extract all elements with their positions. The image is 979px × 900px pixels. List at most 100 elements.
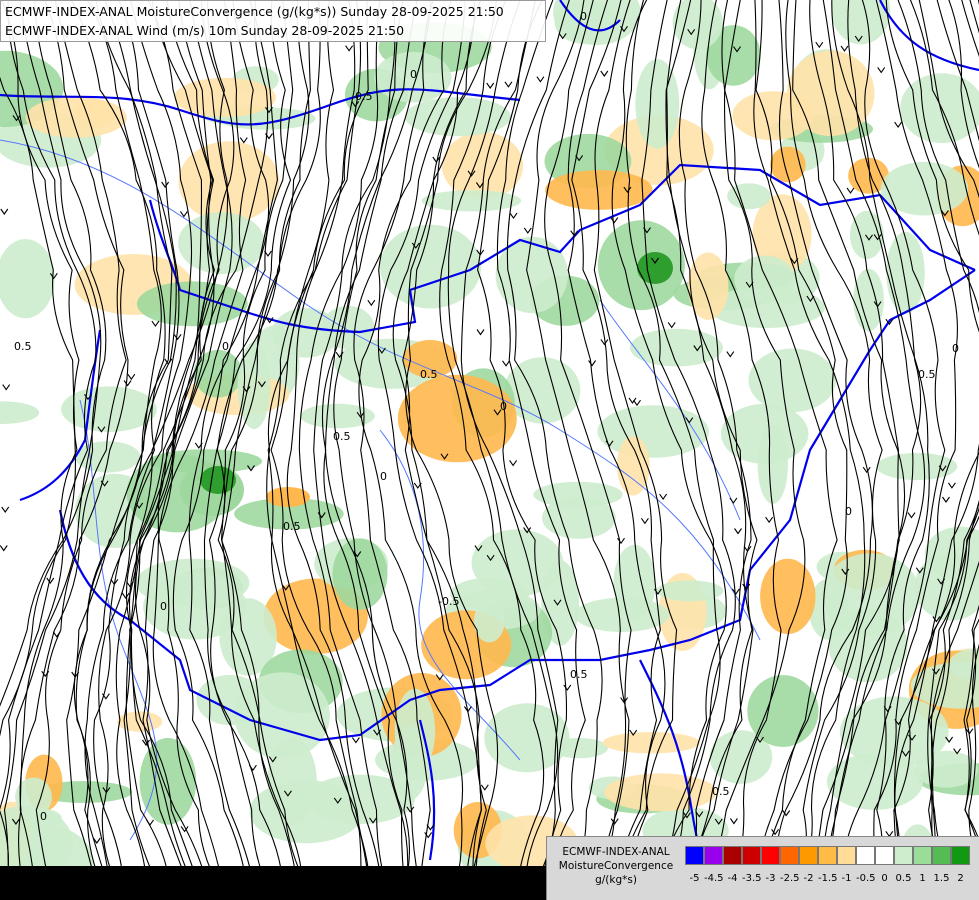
legend-tick-label: 0 [881, 873, 888, 884]
wind-arrowhead [151, 320, 160, 328]
convergence-patch [450, 577, 530, 611]
wind-arrowhead [121, 592, 130, 599]
wind-arrowhead [726, 351, 735, 358]
color-legend: ECMWF-INDEX-ANAL MoistureConvergence g/(… [546, 836, 979, 900]
contour-label: 0 [580, 10, 587, 23]
wind-arrowhead [504, 81, 513, 88]
wind-arrowhead [563, 684, 572, 691]
legend-swatch [704, 846, 723, 865]
legend-tick-label: -0.5 [856, 873, 876, 884]
wind-arrowhead [734, 528, 742, 535]
wind-arrowhead [367, 299, 376, 307]
wind-arrowhead [345, 45, 354, 52]
wind-arrowhead [765, 516, 774, 524]
wind-arrowhead [840, 45, 849, 52]
legend-title: ECMWF-INDEX-ANAL MoistureConvergence g/(… [551, 845, 681, 887]
wind-arrowhead [0, 545, 8, 552]
weather-map: 0 0.5 0 0.5 0 0.5 0 0.5 0 0.5 0 -0.5 0.5 0 0.5 0 0.5 0 [0, 0, 979, 900]
convergence-patch [237, 341, 271, 430]
wind-arrowhead [480, 784, 489, 791]
bottom-bar [0, 866, 546, 900]
convergence-patch [786, 50, 875, 137]
contour-label: 0.5 [283, 520, 301, 533]
wind-arrowhead [633, 399, 641, 407]
legend-tick-label: -2.5 [780, 873, 800, 884]
convergence-patch [542, 496, 616, 539]
wind-arrowhead [463, 706, 472, 713]
contour-label: 0.5 [570, 668, 588, 681]
convergence-patch [727, 183, 771, 210]
wind-arrowhead [476, 329, 485, 336]
wind-arrowhead [173, 333, 182, 341]
wind-arrowhead [123, 380, 132, 387]
convergence-patch [136, 281, 248, 327]
legend-swatch [780, 846, 799, 865]
convergence-patch [757, 425, 788, 504]
wind-arrowhead [894, 121, 903, 129]
contour-label: 0.5 [918, 368, 936, 381]
title-line-wind: ECMWF-INDEX-ANAL Wind (m/s) 10m Sunday 2… [5, 23, 405, 38]
contour-label: 0.5 [14, 340, 32, 353]
legend-swatch [818, 846, 837, 865]
wind-arrowhead [600, 70, 609, 77]
wind-arrowhead [877, 67, 886, 74]
convergence-patch [421, 190, 522, 212]
legend-tick-label: -3 [765, 873, 776, 884]
contour-label: 0 [500, 400, 507, 413]
legend-swatch [761, 846, 780, 865]
contour-label: 0.5 [355, 90, 373, 103]
legend-tick-label: -3.5 [742, 873, 762, 884]
convergence-patch [200, 466, 236, 494]
legend-tick-label: -2 [803, 873, 814, 884]
wind-arrowhead [127, 373, 136, 381]
legend-tick-label: -5 [689, 873, 700, 884]
wind-arrowhead [486, 82, 495, 89]
legend-unit: g/(kg*s) [595, 874, 637, 886]
wind-arrowhead [146, 819, 154, 826]
wind-arrowhead [667, 322, 676, 329]
contour-label: 0.5 [712, 785, 730, 798]
contour-label: 0 [160, 600, 167, 613]
wind-arrowhead [617, 537, 625, 545]
wind-arrowhead [640, 517, 649, 525]
legend-title-line2: MoistureConvergence [558, 860, 674, 872]
legend-swatch [894, 846, 913, 865]
title-line-moisture: ECMWF-INDEX-ANAL MoistureConvergence (g/… [5, 4, 504, 19]
legend-tick-label: 1 [919, 873, 926, 884]
legend-swatch [913, 846, 932, 865]
wind-arrowhead [743, 545, 752, 553]
contour-label: 0 [410, 68, 417, 81]
contour-label: 0.5 [420, 368, 438, 381]
contour-label: 0 [222, 340, 229, 353]
legend-tick-label: -1 [841, 873, 852, 884]
legend-swatch [951, 846, 970, 865]
convergence-patch [379, 224, 482, 309]
legend-swatch [685, 846, 704, 865]
contour-label: 0 [40, 810, 47, 823]
convergence-patch [616, 436, 650, 496]
legend-swatch [875, 846, 894, 865]
wind-arrowhead [846, 187, 855, 194]
wind-arrowhead [509, 212, 518, 220]
legend-swatch [856, 846, 875, 865]
wind-arrowhead [351, 737, 360, 744]
contour-label: 0 [380, 470, 387, 483]
wind-arrowhead [179, 211, 188, 218]
legend-tick-label: 1.5 [933, 873, 950, 884]
wind-arrowhead [659, 493, 668, 501]
wind-arrowhead [815, 41, 824, 49]
convergence-patch [0, 401, 40, 424]
legend-swatch [799, 846, 818, 865]
legend-swatch [723, 846, 742, 865]
convergence-patch [748, 348, 837, 413]
legend-ticks: -5 -4.5 -4 -3.5 -3 -2.5 -2 -1.5 -1 -0.5 0 0.5 1 1.5 2 [685, 873, 970, 884]
legend-swatches [685, 846, 970, 865]
wind-arrowhead [588, 360, 597, 367]
convergence-patch [597, 405, 709, 458]
convergence-patch [900, 73, 979, 144]
convergence-patch [886, 231, 925, 314]
convergence-patch [880, 161, 969, 216]
wind-arrowhead [942, 496, 950, 503]
legend-swatch [837, 846, 856, 865]
convergence-patch [637, 252, 673, 284]
